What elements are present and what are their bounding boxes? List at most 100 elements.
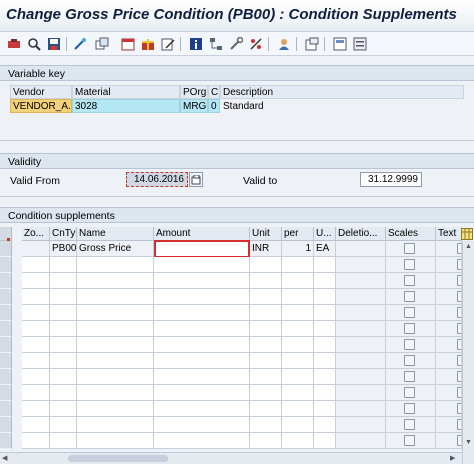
- scales-cell[interactable]: [386, 289, 436, 305]
- uom-cell[interactable]: [314, 417, 336, 433]
- deletion-cell[interactable]: [336, 417, 386, 433]
- text-cell[interactable]: [436, 353, 462, 369]
- scales-checkbox[interactable]: [404, 323, 415, 334]
- uom-cell[interactable]: [314, 305, 336, 321]
- scales-checkbox[interactable]: [404, 387, 415, 398]
- name-cell[interactable]: [77, 417, 154, 433]
- unit-cell[interactable]: [250, 289, 282, 305]
- cnty-cell[interactable]: [50, 353, 77, 369]
- scales-cell[interactable]: [386, 337, 436, 353]
- column-header[interactable]: U...: [314, 227, 336, 241]
- text-cell[interactable]: [436, 369, 462, 385]
- scales-cell[interactable]: [386, 369, 436, 385]
- scales-cell[interactable]: [386, 385, 436, 401]
- save-local-icon[interactable]: [46, 36, 62, 52]
- cnty-cell[interactable]: [50, 257, 77, 273]
- per-cell[interactable]: [282, 353, 314, 369]
- unit-cell[interactable]: [250, 273, 282, 289]
- name-cell[interactable]: [77, 273, 154, 289]
- amount-cell[interactable]: [154, 240, 250, 258]
- zo-cell[interactable]: [22, 273, 50, 289]
- column-header[interactable]: Amount: [154, 227, 250, 241]
- row-selector[interactable]: [0, 369, 12, 385]
- column-header[interactable]: Scales: [386, 227, 436, 241]
- zo-cell[interactable]: [22, 433, 50, 449]
- amount-cell[interactable]: [154, 385, 250, 401]
- scales-cell[interactable]: [386, 321, 436, 337]
- valid-to-field[interactable]: 31.12.9999: [360, 172, 422, 187]
- vertical-scrollbar[interactable]: ▲ ▼: [462, 241, 474, 464]
- name-cell[interactable]: [77, 289, 154, 305]
- porg-cell[interactable]: MRG: [180, 99, 208, 113]
- per-cell[interactable]: [282, 289, 314, 305]
- options-icon[interactable]: [352, 36, 368, 52]
- name-cell[interactable]: [77, 257, 154, 273]
- scales-cell[interactable]: [386, 305, 436, 321]
- cnty-cell[interactable]: [50, 289, 77, 305]
- material-cell[interactable]: 3028: [72, 99, 180, 113]
- unit-cell[interactable]: INR: [250, 241, 282, 257]
- uom-cell[interactable]: [314, 401, 336, 417]
- deletion-cell[interactable]: [336, 369, 386, 385]
- copy-icon[interactable]: [94, 36, 110, 52]
- select-all-corner[interactable]: [0, 227, 12, 241]
- unit-cell[interactable]: [250, 353, 282, 369]
- name-cell[interactable]: [77, 385, 154, 401]
- uom-cell[interactable]: [314, 433, 336, 449]
- scales-checkbox[interactable]: [404, 243, 415, 254]
- amount-cell[interactable]: [154, 321, 250, 337]
- amount-cell[interactable]: [154, 353, 250, 369]
- structure-icon[interactable]: [208, 36, 224, 52]
- scales-checkbox[interactable]: [404, 307, 415, 318]
- text-cell[interactable]: [436, 433, 462, 449]
- deletion-cell[interactable]: [336, 321, 386, 337]
- layout-icon[interactable]: [332, 36, 348, 52]
- uom-cell[interactable]: [314, 321, 336, 337]
- per-cell[interactable]: [282, 385, 314, 401]
- name-cell[interactable]: [77, 353, 154, 369]
- scales-cell[interactable]: [386, 241, 436, 257]
- per-cell[interactable]: [282, 369, 314, 385]
- name-cell[interactable]: [77, 337, 154, 353]
- cnty-cell[interactable]: [50, 273, 77, 289]
- name-cell[interactable]: [77, 433, 154, 449]
- scroll-up-icon[interactable]: ▲: [464, 243, 473, 253]
- zo-cell[interactable]: [22, 289, 50, 305]
- scales-checkbox[interactable]: [404, 435, 415, 446]
- cnty-cell[interactable]: [50, 417, 77, 433]
- zo-cell[interactable]: [22, 369, 50, 385]
- info-icon[interactable]: [188, 36, 204, 52]
- scroll-left-icon[interactable]: ◀: [2, 454, 11, 463]
- per-cell[interactable]: [282, 305, 314, 321]
- cnty-cell[interactable]: [50, 401, 77, 417]
- zo-cell[interactable]: [22, 337, 50, 353]
- unit-cell[interactable]: [250, 433, 282, 449]
- name-cell[interactable]: [77, 401, 154, 417]
- amount-cell[interactable]: [154, 273, 250, 289]
- per-cell[interactable]: 1: [282, 241, 314, 257]
- row-selector[interactable]: [0, 273, 12, 289]
- scales-checkbox[interactable]: [404, 371, 415, 382]
- amount-cell[interactable]: [154, 433, 250, 449]
- vendor-cell[interactable]: VENDOR_A...: [10, 99, 72, 113]
- find-icon[interactable]: [26, 36, 42, 52]
- zo-cell[interactable]: [22, 353, 50, 369]
- amount-cell[interactable]: [154, 289, 250, 305]
- scales-checkbox[interactable]: [404, 275, 415, 286]
- name-cell[interactable]: [77, 369, 154, 385]
- unit-cell[interactable]: [250, 369, 282, 385]
- zo-cell[interactable]: [22, 401, 50, 417]
- per-cell[interactable]: [282, 401, 314, 417]
- name-cell[interactable]: [77, 305, 154, 321]
- deletion-cell[interactable]: [336, 305, 386, 321]
- valid-from-field[interactable]: 14.06.2016: [126, 172, 188, 187]
- user-icon[interactable]: [276, 36, 292, 52]
- zo-cell[interactable]: [22, 417, 50, 433]
- amount-cell[interactable]: [154, 369, 250, 385]
- per-cell[interactable]: [282, 321, 314, 337]
- scales-cell[interactable]: [386, 417, 436, 433]
- unit-cell[interactable]: [250, 417, 282, 433]
- percent-icon[interactable]: [248, 36, 264, 52]
- cnty-cell[interactable]: [50, 305, 77, 321]
- uom-cell[interactable]: [314, 337, 336, 353]
